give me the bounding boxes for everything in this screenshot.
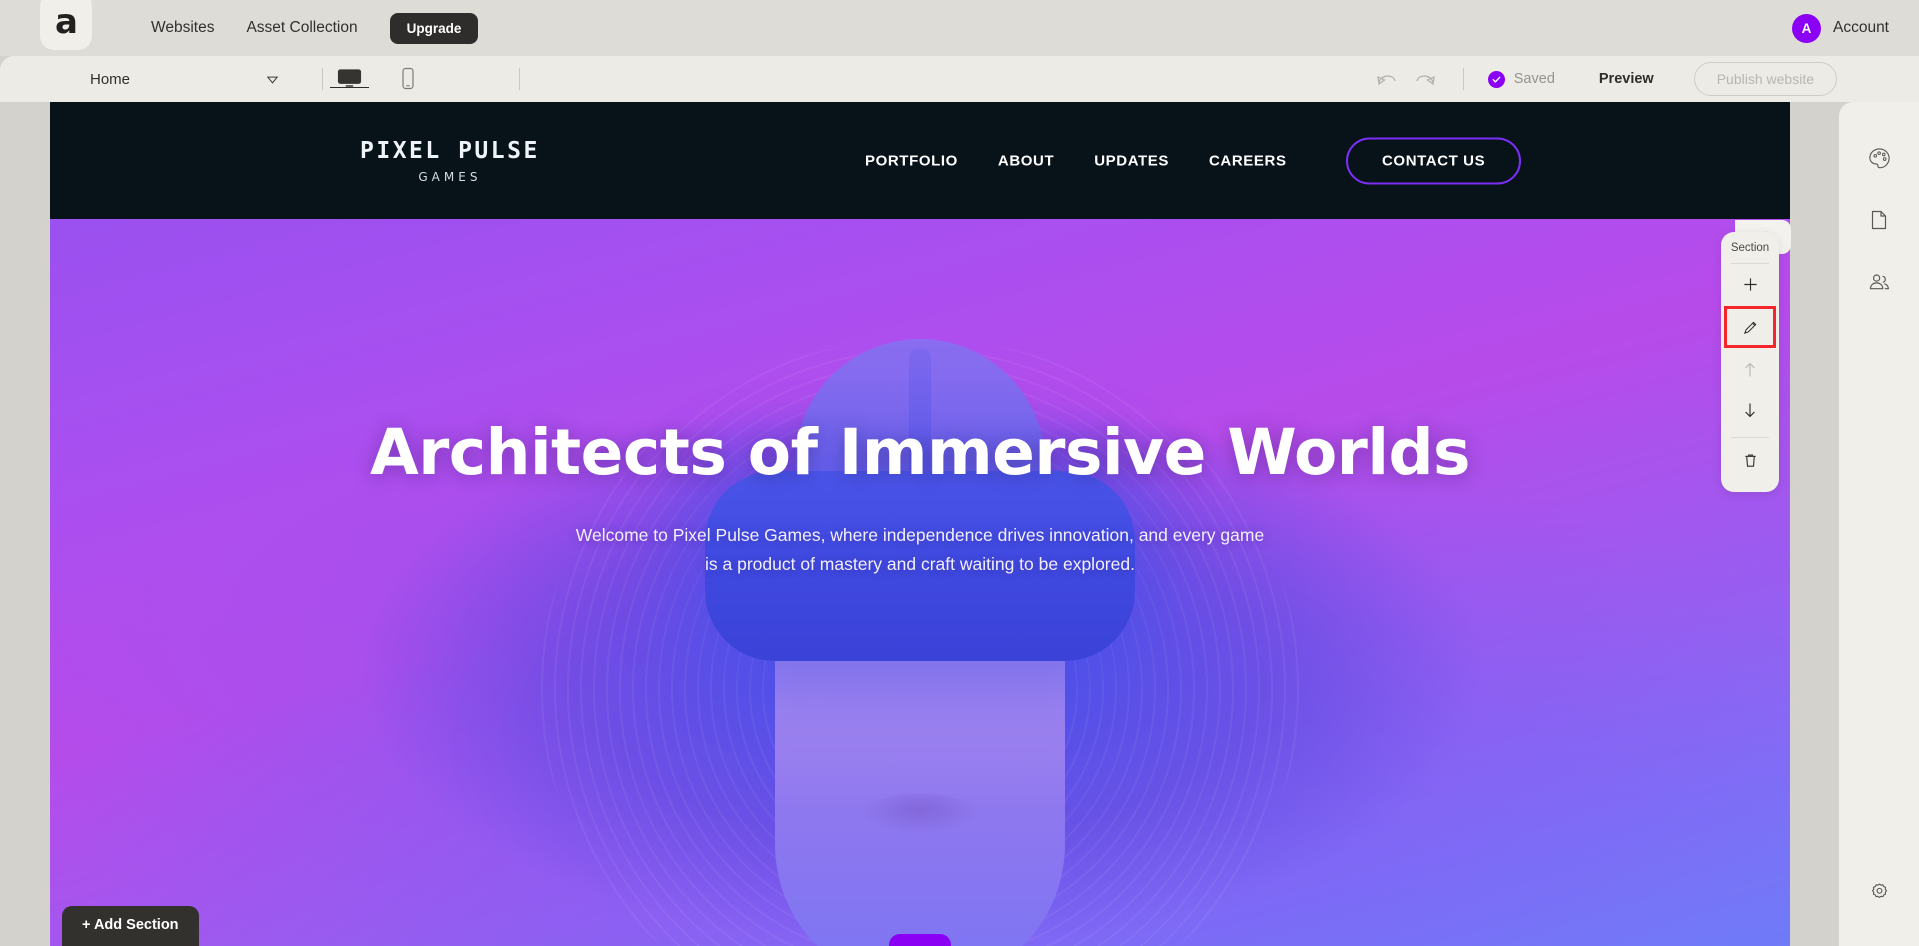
device-toggle-group [330, 56, 423, 102]
site-nav: PORTFOLIO ABOUT UPDATES CAREERS [865, 152, 1287, 169]
section-toolbar-label: Section [1730, 242, 1770, 254]
account-label[interactable]: Account [1833, 19, 1889, 37]
section-toolbar-divider-top [1731, 263, 1769, 264]
toolbar-divider-3 [1462, 68, 1464, 90]
add-section-button[interactable]: + Add Section [62, 906, 199, 946]
editor-toolbar: Home Saved Preview Publish website [0, 56, 1919, 102]
app-logo-icon[interactable]: a [40, 0, 92, 50]
section-toolbar-divider-bottom [1731, 437, 1769, 438]
page-selector-label: Home [90, 70, 131, 88]
section-resize-handle[interactable] [889, 934, 951, 946]
hero-title[interactable]: Architects of Immersive Worlds [50, 418, 1790, 487]
app-nav: Websites Asset Collection Upgrade [135, 12, 479, 44]
arrow-up-icon [1745, 362, 1755, 377]
right-sidebar [1839, 102, 1919, 946]
chevron-down-icon [265, 72, 280, 87]
preview-button[interactable]: Preview [1599, 71, 1654, 87]
hero-content: Architects of Immersive Worlds Welcome t… [50, 418, 1790, 579]
site-nav-about[interactable]: ABOUT [998, 152, 1054, 169]
rail-item-theme[interactable] [1857, 136, 1901, 180]
account-area: A Account [1791, 0, 1889, 56]
gear-icon [1871, 883, 1887, 898]
mobile-icon [402, 67, 414, 90]
device-mobile-button[interactable] [393, 67, 423, 91]
section-edit-button[interactable] [1724, 306, 1776, 348]
contact-us-button[interactable]: CONTACT US [1346, 137, 1522, 184]
app-logo-glyph: a [55, 2, 78, 42]
rail-item-pages[interactable] [1857, 198, 1901, 242]
toolbar-actions: Saved Preview Publish website [1373, 56, 1837, 102]
publish-website-button[interactable]: Publish website [1693, 62, 1837, 96]
site-logo-primary: PIXEL PULSE [360, 137, 540, 164]
toolbar-divider-1 [322, 68, 323, 90]
palette-icon [1868, 147, 1890, 168]
avatar[interactable]: A [1791, 13, 1821, 43]
section-add-button[interactable] [1730, 269, 1770, 299]
redo-icon[interactable] [1411, 68, 1439, 90]
device-active-underline [330, 86, 369, 88]
app-top-bar: a Websites Asset Collection Upgrade A Ac… [0, 0, 1919, 56]
site-nav-careers[interactable]: CAREERS [1209, 152, 1287, 169]
site-header[interactable]: PIXEL PULSE GAMES PORTFOLIO ABOUT UPDATE… [50, 102, 1790, 219]
check-circle-icon [1487, 70, 1505, 88]
people-icon [1869, 273, 1889, 289]
rail-item-members[interactable] [1857, 260, 1901, 304]
rail-item-settings[interactable] [1857, 870, 1901, 914]
arrow-down-icon [1745, 403, 1755, 418]
undo-redo-group [1373, 68, 1439, 90]
page-icon [1871, 210, 1887, 230]
site-nav-portfolio[interactable]: PORTFOLIO [865, 152, 958, 169]
page-selector[interactable]: Home [40, 56, 290, 102]
save-status: Saved [1487, 70, 1555, 88]
pencil-icon [1743, 321, 1756, 334]
section-move-up-button[interactable] [1730, 355, 1770, 385]
section-delete-button[interactable] [1730, 445, 1770, 475]
site-logo[interactable]: PIXEL PULSE GAMES [360, 138, 540, 184]
device-desktop-button[interactable] [330, 68, 369, 90]
site-nav-updates[interactable]: UPDATES [1094, 152, 1169, 169]
undo-icon[interactable] [1373, 68, 1401, 90]
nav-item-asset-collection[interactable]: Asset Collection [230, 13, 373, 43]
hero-section[interactable]: Architects of Immersive Worlds Welcome t… [50, 219, 1790, 946]
save-status-label: Saved [1513, 71, 1555, 87]
site-canvas[interactable]: PIXEL PULSE GAMES PORTFOLIO ABOUT UPDATE… [50, 102, 1790, 946]
toolbar-divider-2 [519, 68, 520, 90]
section-move-down-button[interactable] [1730, 395, 1770, 425]
section-toolbar: Section [1721, 232, 1779, 492]
nav-item-websites[interactable]: Websites [135, 13, 230, 43]
site-logo-secondary: GAMES [418, 169, 482, 184]
trash-icon [1744, 453, 1756, 467]
upgrade-button[interactable]: Upgrade [389, 12, 479, 44]
hero-person-mouth [860, 794, 980, 834]
plus-icon [1743, 277, 1757, 291]
hero-subtitle[interactable]: Welcome to Pixel Pulse Games, where inde… [570, 521, 1270, 579]
